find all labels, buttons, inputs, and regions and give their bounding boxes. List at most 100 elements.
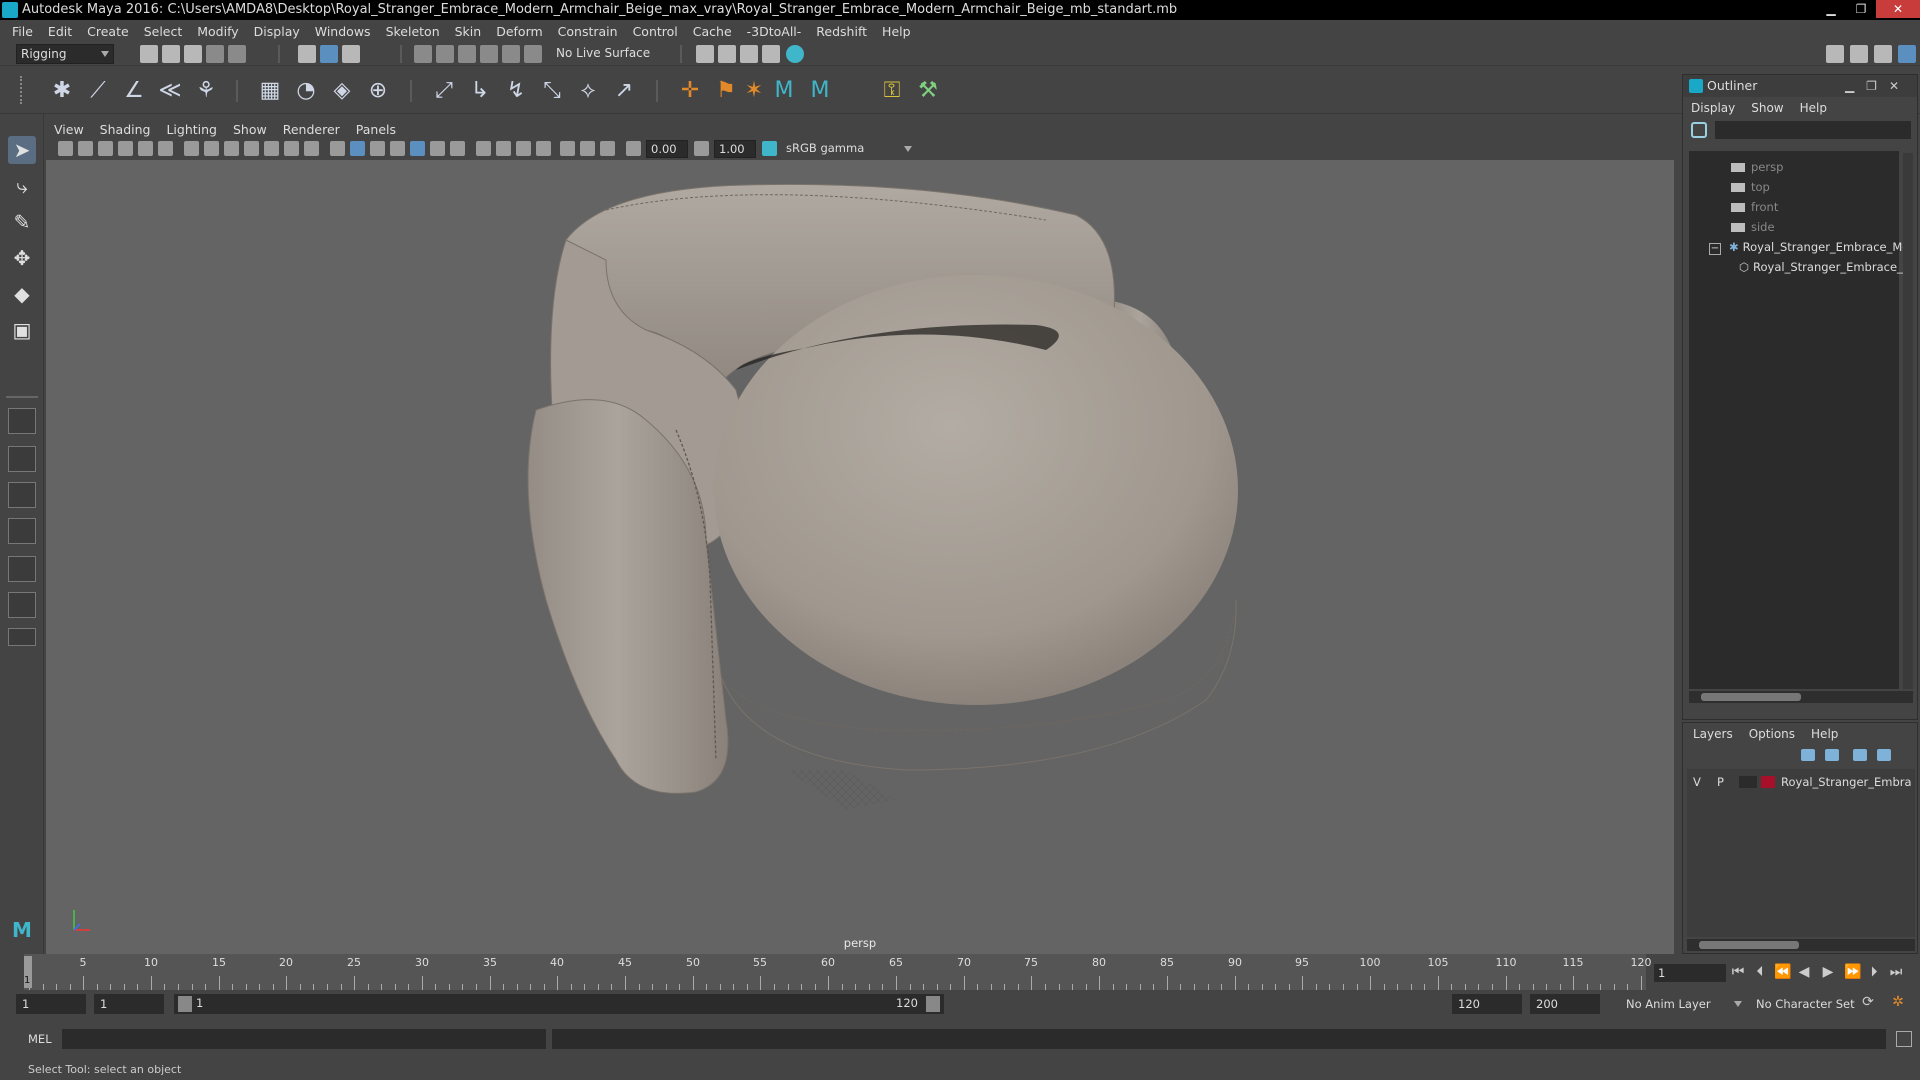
render-current-frame-icon[interactable]: [696, 45, 714, 63]
armchair-model[interactable]: [46, 160, 1674, 954]
paint-weights-icon[interactable]: ◔: [292, 78, 320, 103]
xray-joints-icon[interactable]: [580, 141, 595, 156]
snap-view-plane-icon[interactable]: [480, 45, 498, 63]
minimize-button[interactable]: ▁: [1816, 0, 1846, 18]
cluster-icon[interactable]: ⊕: [364, 78, 392, 103]
outliner-horizontal-scrollbar[interactable]: [1689, 691, 1913, 703]
insert-joint-icon[interactable]: ≪: [156, 78, 184, 103]
step-forward-key-icon[interactable]: ⏵: [1866, 964, 1882, 980]
script-language-label[interactable]: MEL: [28, 1032, 52, 1046]
quick-rig-icon[interactable]: ⚑: [712, 78, 740, 103]
playback-start-field[interactable]: 1: [94, 994, 164, 1014]
panel-menu-lighting[interactable]: Lighting: [166, 122, 217, 137]
attribute-editor-toggle-icon[interactable]: [1850, 45, 1868, 63]
outliner-item-mesh[interactable]: ⬡ Royal_Stranger_Embrace_: [1739, 257, 1903, 277]
select-camera-icon[interactable]: [58, 141, 73, 156]
wireframe-on-shaded-icon[interactable]: [370, 141, 385, 156]
layer-color-swatch[interactable]: [1761, 776, 1775, 788]
outliner-vertical-scrollbar[interactable]: [1903, 153, 1913, 689]
go-to-end-icon[interactable]: ⏭: [1888, 964, 1904, 980]
gate-mask-icon[interactable]: [244, 141, 259, 156]
live-surface-field[interactable]: No Live Surface: [552, 44, 652, 64]
menu-deform[interactable]: Deform: [496, 24, 542, 39]
outliner-item-top[interactable]: top: [1731, 177, 1770, 197]
gamma-icon[interactable]: [694, 141, 709, 156]
collapse-toggle[interactable]: −: [1709, 243, 1721, 255]
panel-menu-panels[interactable]: Panels: [356, 122, 396, 137]
ambient-occlusion-icon[interactable]: [450, 141, 465, 156]
outliner-item-persp[interactable]: persp: [1731, 157, 1783, 177]
menu-modify[interactable]: Modify: [197, 24, 238, 39]
panel-menu-show[interactable]: Show: [233, 122, 267, 137]
field-chart-icon[interactable]: [264, 141, 279, 156]
layer-visibility-toggle[interactable]: V: [1693, 773, 1701, 791]
new-layer-from-selection-icon[interactable]: [1877, 749, 1891, 761]
new-scene-icon[interactable]: [140, 45, 158, 63]
antialiasing-icon[interactable]: [496, 141, 511, 156]
aim-constraint-icon[interactable]: ↳: [466, 78, 494, 103]
panel-menu-view[interactable]: View: [54, 122, 84, 137]
snap-point-icon[interactable]: [458, 45, 476, 63]
persp-graph-layout-icon[interactable]: [8, 518, 36, 544]
outliner-window-buttons[interactable]: ▁❐✕: [1845, 75, 1911, 97]
camera-attributes-icon[interactable]: [78, 141, 93, 156]
side-by-side-layout-icon[interactable]: [8, 482, 36, 508]
shelf-handle[interactable]: [20, 76, 28, 104]
snap-rotate-icon[interactable]: [524, 45, 542, 63]
isolate-select-icon[interactable]: [536, 141, 551, 156]
rotate-tool-icon[interactable]: ◆: [8, 280, 36, 308]
safe-action-icon[interactable]: [284, 141, 299, 156]
step-forward-frame-icon[interactable]: ⏩: [1844, 964, 1861, 980]
save-scene-icon[interactable]: [184, 45, 202, 63]
resolution-gate-icon[interactable]: [224, 141, 239, 156]
outliner-menu-show[interactable]: Show: [1751, 101, 1783, 115]
go-to-start-icon[interactable]: ⏮: [1730, 964, 1746, 980]
end-time-field[interactable]: 200: [1530, 994, 1600, 1014]
humanik-icon[interactable]: ✶: [740, 78, 768, 103]
menu-windows[interactable]: Windows: [315, 24, 371, 39]
script-editor-icon[interactable]: [1896, 1031, 1912, 1047]
select-component-icon[interactable]: [342, 45, 360, 63]
mirror-joint-icon[interactable]: ⚘: [192, 78, 220, 103]
locator-icon[interactable]: ✛: [676, 78, 704, 103]
snap-curve-icon[interactable]: [436, 45, 454, 63]
start-time-field[interactable]: 1: [16, 994, 86, 1014]
ik-handle-icon[interactable]: ⟋: [84, 78, 112, 103]
menu-skin[interactable]: Skin: [455, 24, 482, 39]
wireframe-icon[interactable]: [330, 141, 345, 156]
character-set-dropdown[interactable]: No Character Set: [1750, 994, 1872, 1014]
hypershade-icon[interactable]: [762, 45, 780, 63]
grid-toggle-icon[interactable]: [184, 141, 199, 156]
modeling-toolkit-icon[interactable]: [1826, 45, 1844, 63]
film-gate-icon[interactable]: [204, 141, 219, 156]
step-back-key-icon[interactable]: ⏴: [1752, 964, 1768, 980]
shadows-icon[interactable]: [430, 141, 445, 156]
2d-pan-zoom-icon[interactable]: [138, 141, 153, 156]
lights-icon[interactable]: [410, 141, 425, 156]
move-layer-up-icon[interactable]: [1801, 749, 1815, 761]
channel-box-toggle-icon[interactable]: [1898, 45, 1916, 63]
outliner-item-group[interactable]: − ✱ Royal_Stranger_Embrace_Mo: [1709, 237, 1909, 257]
menu-skeleton[interactable]: Skeleton: [386, 24, 440, 39]
textured-icon[interactable]: [390, 141, 405, 156]
layers-menu-options[interactable]: Options: [1749, 727, 1795, 741]
scale-constraint-icon[interactable]: ⤡: [538, 78, 566, 103]
outliner-item-side[interactable]: side: [1731, 217, 1775, 237]
pole-vector-icon[interactable]: ↗: [610, 78, 638, 103]
menu-file[interactable]: File: [12, 24, 33, 39]
outliner-search-input[interactable]: [1715, 121, 1911, 139]
outliner-menu-help[interactable]: Help: [1800, 101, 1827, 115]
panel-menu-shading[interactable]: Shading: [100, 122, 151, 137]
ipr-render-icon[interactable]: [718, 45, 736, 63]
animation-preferences-icon[interactable]: ✲: [1890, 994, 1906, 1010]
layer-playback-toggle[interactable]: P: [1717, 773, 1724, 791]
layer-row[interactable]: V P Royal_Stranger_Embra: [1687, 773, 1915, 791]
move-layer-down-icon[interactable]: [1825, 749, 1839, 761]
menu-control[interactable]: Control: [633, 24, 678, 39]
exposure-field[interactable]: 0.00: [646, 140, 688, 158]
time-slider-track[interactable]: 5 10 15 20 25 30 35 40 45 50 55 60 65 70 75 80 85 90 95 100…: [24, 954, 1652, 990]
image-plane-icon[interactable]: [118, 141, 133, 156]
render-settings-icon[interactable]: [740, 45, 758, 63]
maya-logo-icon[interactable]: M: [770, 78, 798, 103]
maya-logo-alt-icon[interactable]: M: [806, 78, 834, 103]
